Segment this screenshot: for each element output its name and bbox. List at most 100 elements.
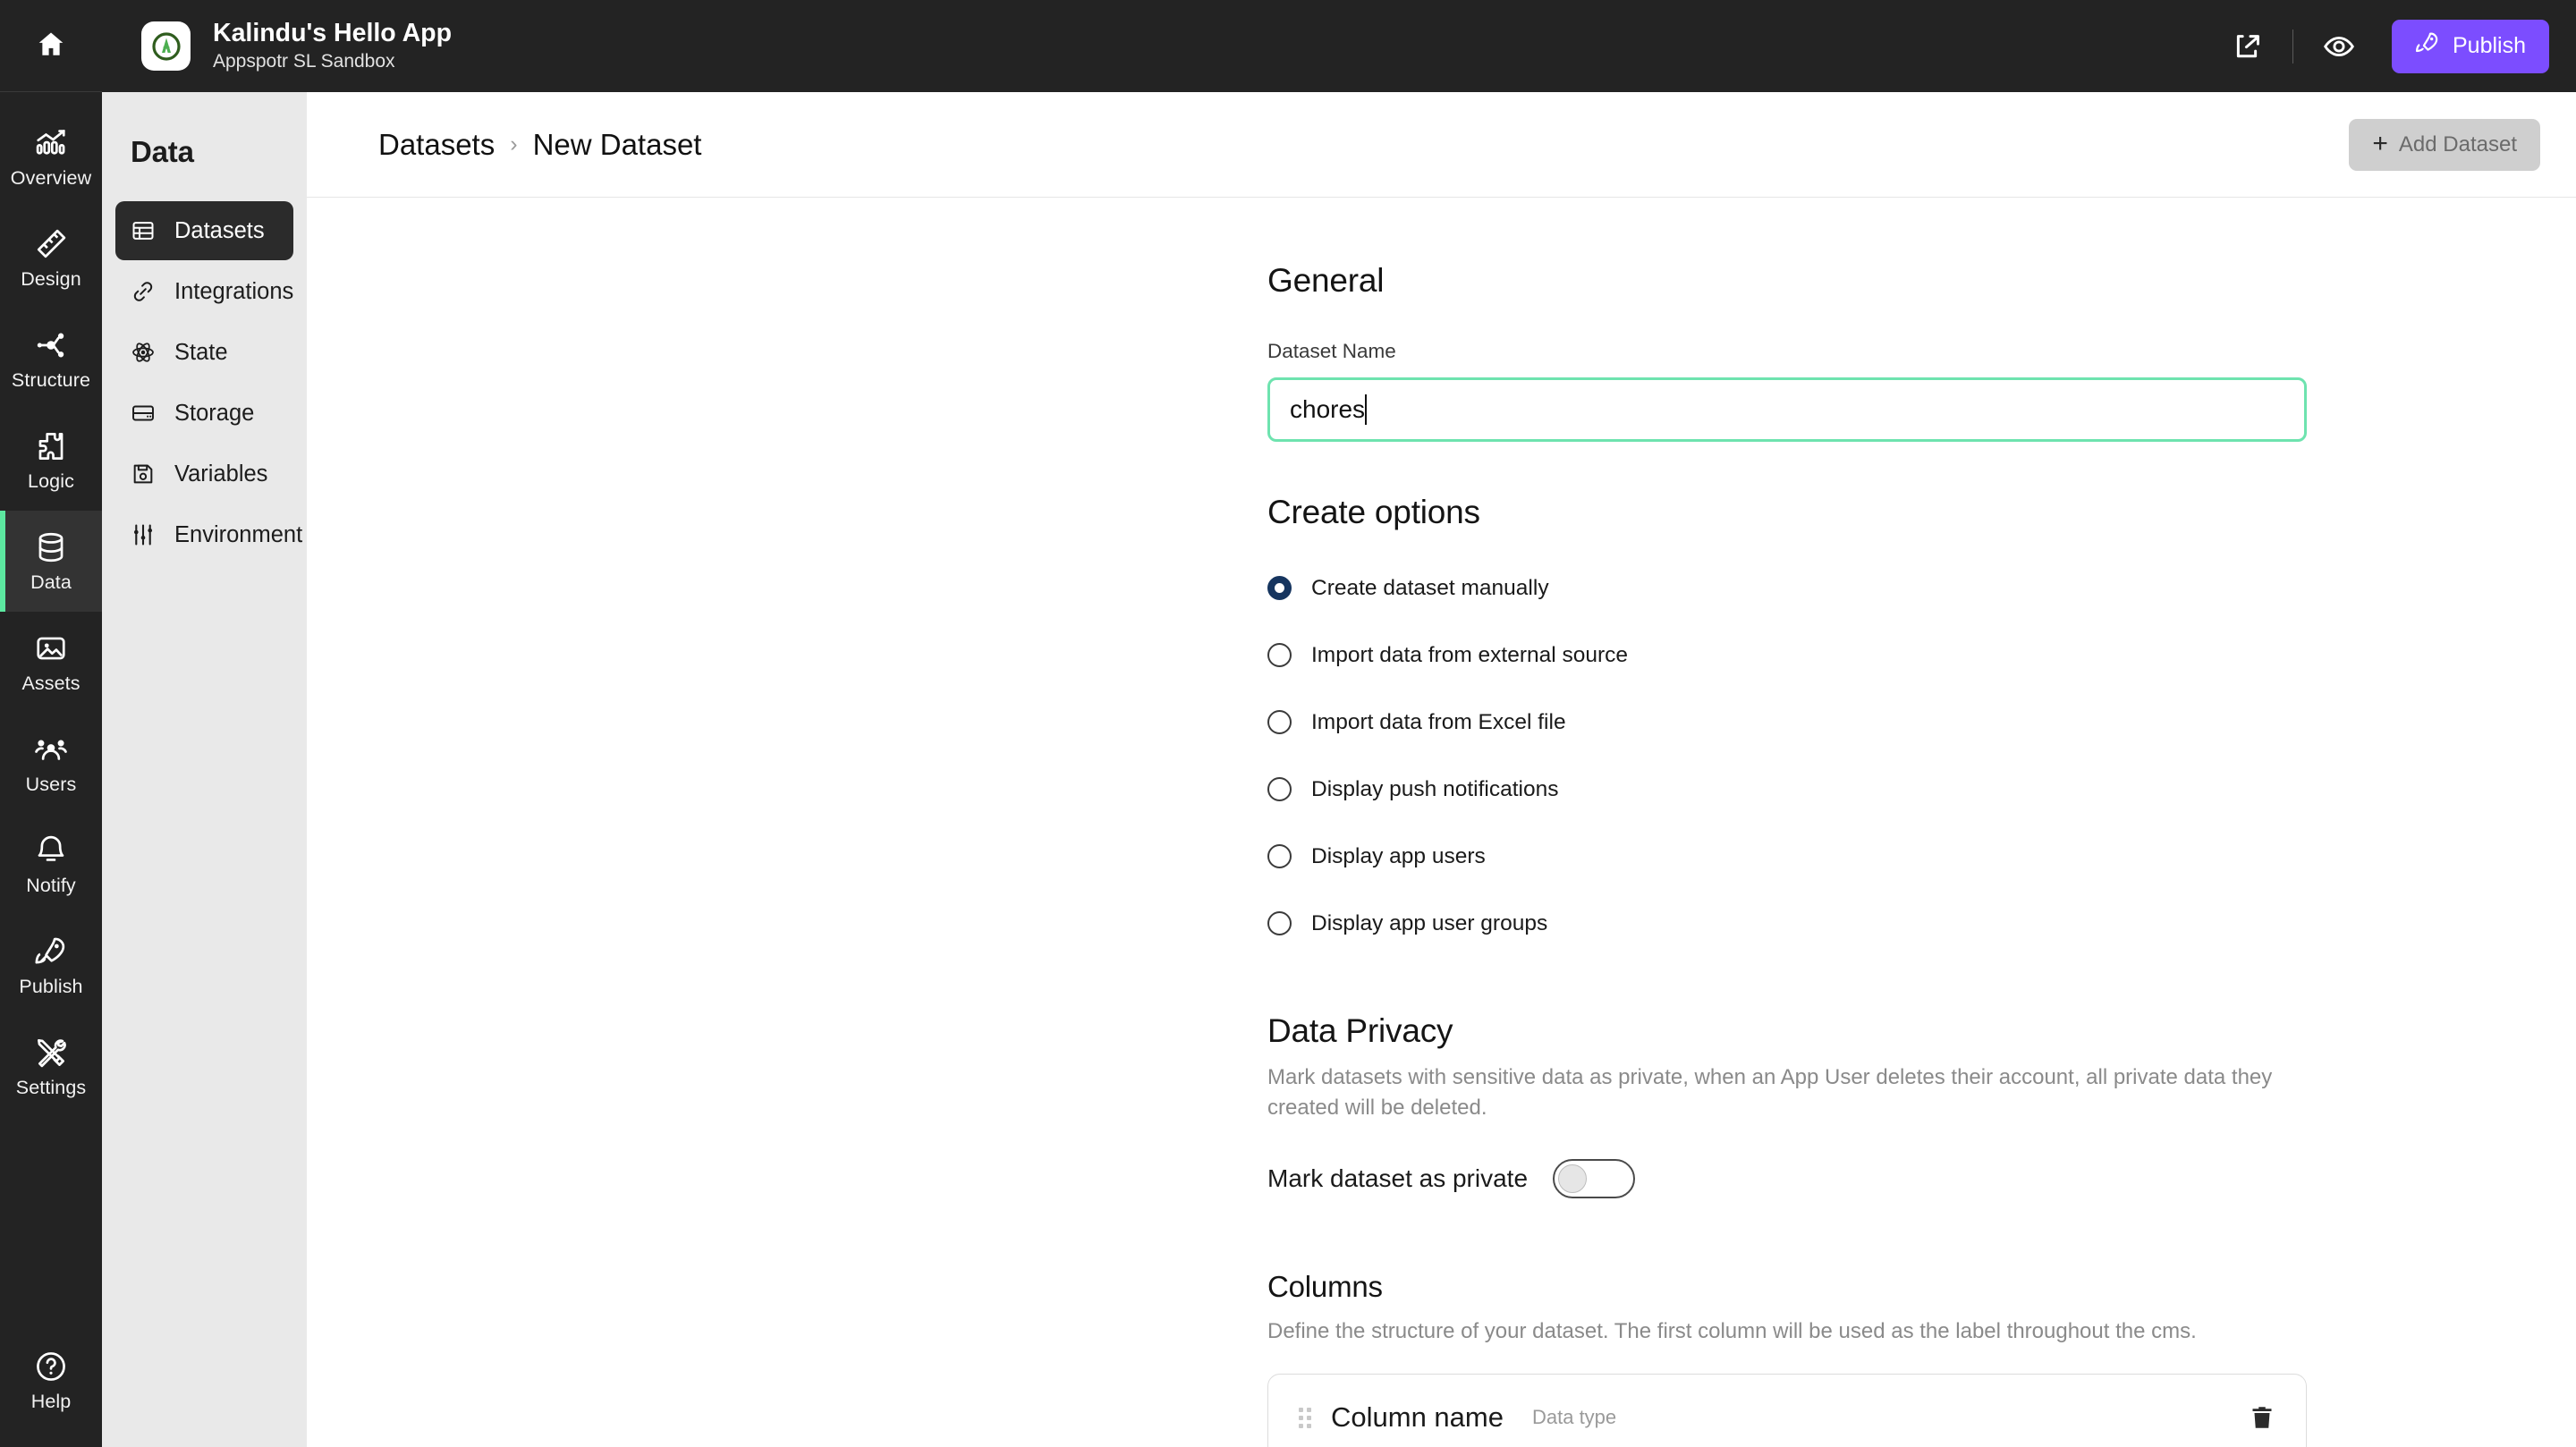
right-column: Kalindu's Hello App Appspotr SL Sandbox bbox=[102, 0, 2576, 1447]
rail-item-label: Logic bbox=[28, 470, 74, 493]
radio-label: Create dataset manually bbox=[1311, 575, 1549, 600]
rail-item-structure[interactable]: Structure bbox=[0, 309, 102, 410]
general-section-title: General bbox=[1267, 262, 1385, 299]
radio-label: Display app users bbox=[1311, 843, 1486, 868]
rocket-icon bbox=[2415, 30, 2440, 62]
radio-label: Import data from Excel file bbox=[1311, 709, 1566, 734]
radio-indicator[interactable] bbox=[1267, 777, 1292, 801]
rail-item-label: Design bbox=[21, 268, 81, 291]
radio-indicator[interactable] bbox=[1267, 643, 1292, 667]
rail-item-label: Assets bbox=[21, 673, 80, 695]
breadcrumb: Datasets › New Dataset bbox=[378, 128, 701, 162]
share-button[interactable] bbox=[2217, 17, 2276, 76]
toggle-knob bbox=[1558, 1164, 1588, 1194]
radio-indicator[interactable] bbox=[1267, 576, 1292, 600]
rail-item-settings[interactable]: Settings bbox=[0, 1016, 102, 1117]
main-content: Datasets › New Dataset + Add Dataset Gen… bbox=[307, 92, 2576, 1447]
home-icon bbox=[36, 29, 66, 63]
appspotr-logo-icon bbox=[141, 21, 191, 71]
rail-item-logic[interactable]: Logic bbox=[0, 410, 102, 511]
bell-icon bbox=[33, 833, 69, 868]
main-header: Datasets › New Dataset + Add Dataset bbox=[307, 92, 2576, 198]
dataset-name-input[interactable]: chores bbox=[1267, 377, 2307, 442]
sidebar-item-integrations[interactable]: Integrations bbox=[115, 262, 293, 321]
radio-indicator[interactable] bbox=[1267, 710, 1292, 734]
topbar-actions: Publish bbox=[2217, 17, 2549, 76]
rail-item-label: Overview bbox=[10, 167, 92, 190]
top-bar: Kalindu's Hello App Appspotr SL Sandbox bbox=[102, 0, 2576, 92]
help-button[interactable]: Help bbox=[0, 1313, 102, 1447]
radio-push-notifications[interactable]: Display push notifications bbox=[1267, 756, 2307, 823]
sidebar-item-state[interactable]: State bbox=[115, 323, 293, 382]
rocket-icon bbox=[33, 934, 69, 969]
radio-indicator[interactable] bbox=[1267, 911, 1292, 935]
publish-button[interactable]: Publish bbox=[2392, 19, 2549, 73]
column-name[interactable]: Column name bbox=[1331, 1401, 1504, 1434]
sidebar-item-environment[interactable]: Environment bbox=[115, 505, 302, 564]
chart-overview-icon bbox=[33, 125, 69, 161]
rail-item-notify[interactable]: Notify bbox=[0, 814, 102, 915]
toolbar-divider bbox=[2292, 29, 2293, 63]
sidebar-item-storage[interactable]: Storage bbox=[115, 384, 293, 443]
radio-app-users[interactable]: Display app users bbox=[1267, 823, 2307, 890]
app-root: Overview Design Structure Logic Data Ass… bbox=[0, 0, 2576, 1447]
radio-label: Display push notifications bbox=[1311, 776, 1559, 801]
radio-app-user-groups[interactable]: Display app user groups bbox=[1267, 890, 2307, 957]
sidebar-item-variables[interactable]: Variables bbox=[115, 444, 293, 503]
new-dataset-form: General Dataset Name chores Create optio… bbox=[1267, 262, 2307, 1447]
rail-item-users[interactable]: Users bbox=[0, 713, 102, 814]
form-wrapper: General Dataset Name chores Create optio… bbox=[307, 198, 2576, 1447]
rail-item-publish[interactable]: Publish bbox=[0, 915, 102, 1016]
columns-card: Column name Data type bbox=[1267, 1374, 2307, 1447]
image-assets-icon bbox=[33, 630, 69, 666]
columns-title: Columns bbox=[1267, 1270, 1383, 1304]
database-icon bbox=[33, 529, 69, 565]
pencil-design-icon bbox=[33, 226, 69, 262]
trash-icon[interactable] bbox=[2249, 1403, 2275, 1432]
question-circle-icon bbox=[33, 1349, 69, 1384]
rail-item-label: Structure bbox=[11, 369, 91, 392]
home-button[interactable] bbox=[0, 0, 102, 92]
sidebar-item-label: Environment bbox=[174, 521, 303, 547]
sliders-environment-icon bbox=[130, 521, 157, 548]
text-cursor bbox=[1365, 394, 1368, 425]
nodes-structure-icon bbox=[33, 327, 69, 363]
rail-item-label: Data bbox=[30, 571, 72, 594]
radio-create-manually[interactable]: Create dataset manually bbox=[1267, 554, 2307, 622]
data-privacy-description: Mark datasets with sensitive data as pri… bbox=[1267, 1065, 2273, 1121]
plus-icon: + bbox=[2372, 128, 2388, 158]
rail-item-overview[interactable]: Overview bbox=[0, 106, 102, 207]
radio-label: Display app user groups bbox=[1311, 910, 1548, 935]
rail-item-label: Settings bbox=[15, 1077, 87, 1099]
atom-state-icon bbox=[130, 339, 157, 366]
radio-indicator[interactable] bbox=[1267, 844, 1292, 868]
drag-handle-icon[interactable] bbox=[1299, 1407, 1311, 1428]
rail-item-design[interactable]: Design bbox=[0, 207, 102, 309]
tools-settings-icon bbox=[33, 1035, 69, 1070]
primary-navigation-rail: Overview Design Structure Logic Data Ass… bbox=[0, 0, 102, 1447]
sidebar-item-label: Datasets bbox=[174, 217, 265, 243]
radio-import-external[interactable]: Import data from external source bbox=[1267, 622, 2307, 689]
mark-private-row: Mark dataset as private bbox=[1267, 1159, 2307, 1199]
mark-private-toggle[interactable] bbox=[1553, 1159, 1636, 1199]
breadcrumb-datasets[interactable]: Datasets bbox=[378, 128, 495, 162]
create-options-title: Create options bbox=[1267, 494, 1480, 530]
rail-item-assets[interactable]: Assets bbox=[0, 612, 102, 713]
radio-label: Import data from external source bbox=[1311, 642, 1629, 667]
preview-button[interactable] bbox=[2309, 17, 2368, 76]
add-dataset-button[interactable]: + Add Dataset bbox=[2349, 118, 2540, 171]
body: Data Datasets Integrations State Storage… bbox=[102, 92, 2576, 1447]
rail-item-list: Overview Design Structure Logic Data Ass… bbox=[0, 92, 102, 1313]
puzzle-logic-icon bbox=[33, 428, 69, 464]
rail-item-label: Users bbox=[25, 774, 77, 796]
column-data-type[interactable]: Data type bbox=[1532, 1406, 1616, 1429]
sidebar-item-datasets[interactable]: Datasets bbox=[115, 201, 293, 260]
radio-import-excel[interactable]: Import data from Excel file bbox=[1267, 689, 2307, 756]
publish-label: Publish bbox=[2453, 33, 2526, 58]
rail-item-data[interactable]: Data bbox=[0, 511, 102, 612]
table-row[interactable]: Column name Data type bbox=[1299, 1401, 2275, 1434]
data-secondary-sidebar: Data Datasets Integrations State Storage… bbox=[102, 92, 307, 1447]
help-label: Help bbox=[30, 1390, 72, 1412]
app-title: Kalindu's Hello App bbox=[213, 19, 452, 48]
users-icon bbox=[33, 732, 69, 767]
